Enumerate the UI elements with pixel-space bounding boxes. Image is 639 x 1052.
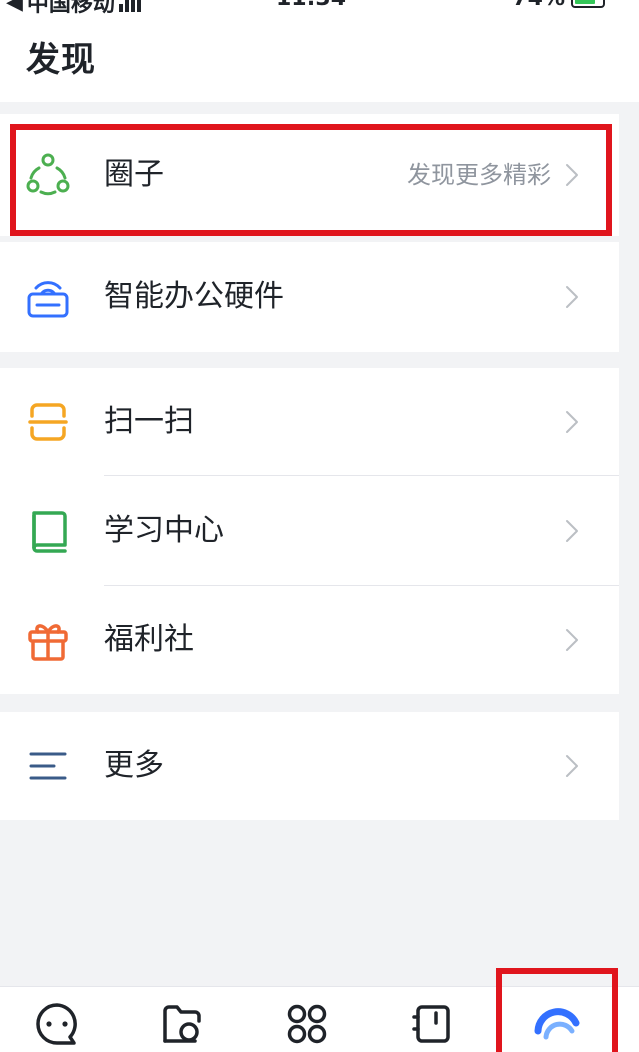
tab-discover[interactable] bbox=[532, 1001, 582, 1051]
contacts-icon bbox=[412, 1005, 450, 1043]
item-label: 扫一扫 bbox=[104, 404, 194, 439]
tab-workbench[interactable] bbox=[282, 1001, 332, 1051]
chevron-right-icon bbox=[566, 520, 578, 542]
group-more: 更多 bbox=[0, 712, 619, 820]
list-item-more[interactable]: 更多 bbox=[0, 712, 619, 820]
item-label: 更多 bbox=[104, 748, 164, 783]
discover-icon bbox=[534, 1008, 580, 1040]
tab-messages[interactable] bbox=[32, 1001, 82, 1051]
list-item-scan[interactable]: 扫一扫 bbox=[0, 368, 619, 476]
item-label: 福利社 bbox=[104, 622, 194, 657]
item-hint: 发现更多精彩 bbox=[407, 161, 551, 189]
signal-icon bbox=[118, 0, 141, 12]
bottom-tab-bar bbox=[0, 986, 639, 1052]
list-item-welfare[interactable]: 福利社 bbox=[0, 586, 619, 694]
battery-percent: 74% bbox=[512, 0, 565, 11]
item-label: 智能办公硬件 bbox=[104, 279, 284, 314]
chevron-right-icon bbox=[566, 629, 578, 651]
group-tools: 扫一扫 学习中心 福利社 bbox=[0, 368, 619, 694]
item-label: 圈子 bbox=[104, 157, 164, 192]
chevron-right-icon bbox=[566, 286, 578, 308]
item-label: 学习中心 bbox=[104, 513, 224, 548]
menu-lines-icon bbox=[24, 742, 72, 790]
apps-grid-icon bbox=[287, 1004, 327, 1044]
scan-icon bbox=[24, 398, 72, 446]
folder-icon bbox=[163, 1005, 201, 1043]
page-header: 发现 bbox=[0, 14, 639, 102]
tab-cloud-docs[interactable] bbox=[157, 1001, 207, 1051]
chevron-right-icon bbox=[566, 411, 578, 433]
carrier-label: 中国移动 bbox=[26, 0, 115, 14]
battery-icon bbox=[571, 0, 605, 8]
gift-icon bbox=[24, 616, 72, 664]
group-circle: 圈子 发现更多精彩 bbox=[0, 114, 619, 236]
circle-people-icon bbox=[24, 151, 72, 199]
smart-hardware-icon bbox=[24, 273, 72, 321]
group-hardware: 智能办公硬件 bbox=[0, 242, 619, 352]
status-bar: ◀ 中国移动 11:34 74% bbox=[0, 0, 639, 14]
list-item-smart-hardware[interactable]: 智能办公硬件 bbox=[0, 242, 619, 352]
list-item-circle[interactable]: 圈子 发现更多精彩 bbox=[0, 114, 619, 236]
status-time: 11:34 bbox=[276, 0, 346, 11]
list-item-learning[interactable]: 学习中心 bbox=[0, 476, 619, 586]
chevron-right-icon bbox=[566, 755, 578, 777]
book-icon bbox=[24, 507, 72, 555]
chat-icon bbox=[36, 1003, 77, 1045]
tab-contacts[interactable] bbox=[408, 1001, 458, 1051]
back-arrow-icon[interactable]: ◀ bbox=[6, 0, 23, 14]
chevron-right-icon bbox=[566, 164, 578, 186]
page-title: 发现 bbox=[26, 40, 96, 80]
